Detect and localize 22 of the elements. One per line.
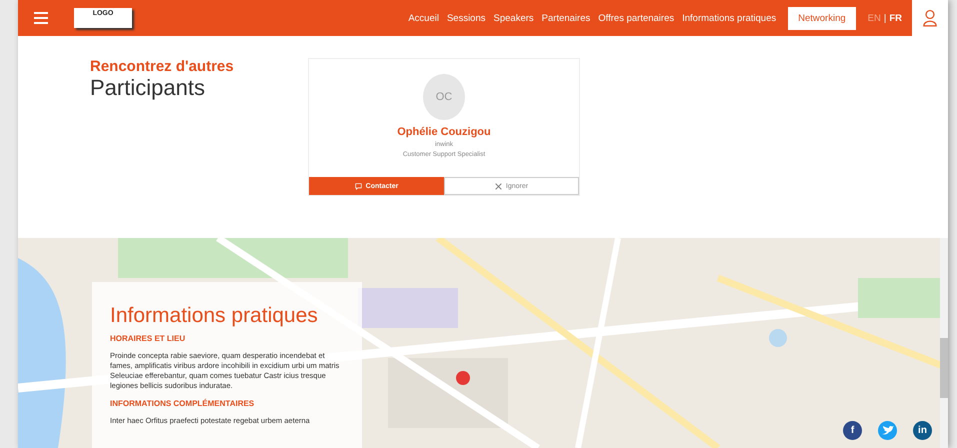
chat-icon <box>354 182 362 190</box>
participant-name: Ophélie Couzigou <box>397 126 491 138</box>
language-link[interactable]: FR <box>889 12 902 24</box>
user-icon[interactable] <box>923 9 937 27</box>
info-title: Informations pratiques <box>110 304 319 328</box>
nav-link[interactable]: Speakers <box>494 12 534 24</box>
language-separator: | <box>884 12 886 24</box>
nav-link[interactable]: Sessions <box>446 12 486 24</box>
info-heading: INFORMATIONS COMPLÉMENTAIRES <box>110 399 256 408</box>
nav-link[interactable]: Partenaires <box>542 12 590 24</box>
nav-link[interactable]: Offres partenaires <box>598 12 674 24</box>
nav-link[interactable]: Networking <box>788 6 856 30</box>
language-link[interactable]: EN <box>868 12 881 24</box>
menu-icon[interactable] <box>34 12 48 24</box>
section-title: Participants <box>90 75 206 101</box>
section-subtitle: Rencontrez d'autres <box>90 58 235 75</box>
close-icon <box>494 182 502 190</box>
info-heading: HORAIRES ET LIEU <box>110 334 186 343</box>
nav-link[interactable]: Accueil <box>408 12 439 24</box>
scrollbar[interactable] <box>940 238 948 448</box>
nav-link[interactable]: Informations pratiques <box>682 12 776 24</box>
avatar: OC <box>423 74 465 120</box>
